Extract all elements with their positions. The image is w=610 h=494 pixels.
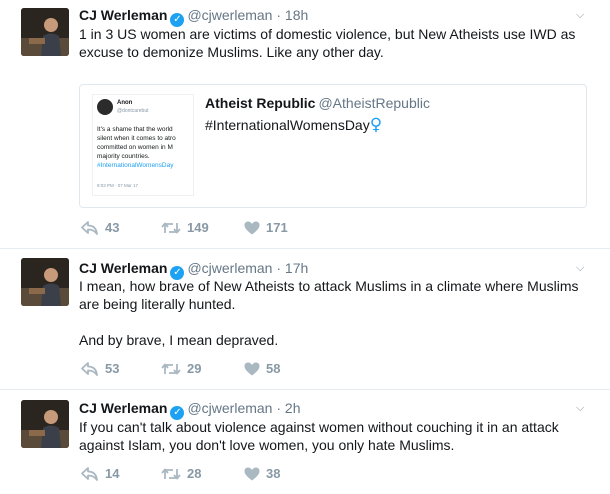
timestamp[interactable]: 17h	[285, 260, 308, 276]
image-hashtag: #InternationalWomensDay	[97, 162, 174, 169]
image-line: It's a shame that the world	[97, 126, 173, 133]
heart-icon	[244, 221, 260, 235]
quoted-tweet-image[interactable]: Anon @dontcarebut It's a shame that the …	[92, 94, 194, 196]
retweet-count: 149	[187, 220, 209, 235]
author-name[interactable]: CJ Werleman	[79, 400, 167, 416]
reply-button[interactable]: 14	[81, 465, 119, 483]
female-sign-icon: ♀	[369, 115, 383, 135]
avatar[interactable]	[21, 400, 69, 448]
tweet-text: 1 in 3 US women are victims of domestic …	[79, 26, 576, 60]
tweet[interactable]: CJ Werleman ✓ @cjwerleman · 17h ⌵ I mean, …	[0, 249, 610, 390]
author-handle[interactable]: @cjwerleman	[187, 400, 272, 416]
author-name[interactable]: CJ Werleman	[79, 7, 167, 23]
reply-count: 14	[105, 466, 120, 481]
like-count: 38	[266, 466, 281, 481]
like-button[interactable]: 58	[244, 360, 280, 378]
timestamp[interactable]: 18h	[285, 7, 308, 23]
image-line: silent when it comes to atro	[97, 135, 176, 142]
quoted-author-name: Atheist Republic	[205, 95, 316, 111]
author-handle[interactable]: @cjwerleman	[187, 7, 272, 23]
hashtag-link[interactable]: #InternationalWomensDay	[205, 117, 370, 133]
reply-icon	[81, 362, 98, 376]
like-button[interactable]: 171	[244, 219, 288, 237]
retweet-icon	[161, 468, 181, 480]
image-text: It's a shame that the world silent when …	[97, 125, 193, 170]
like-button[interactable]: 38	[244, 465, 280, 483]
retweet-count: 28	[187, 466, 202, 481]
image-line: committed on women in M	[97, 144, 173, 151]
reply-icon	[81, 221, 98, 235]
chevron-down-icon[interactable]: ⌵	[576, 262, 588, 274]
like-count: 58	[266, 361, 281, 376]
quoted-tweet-text: #InternationalWomensDay♀	[205, 115, 382, 135]
image-author-handle: @dontcarebut	[117, 108, 149, 114]
retweet-button[interactable]: 28	[161, 465, 201, 483]
reply-button[interactable]: 53	[81, 360, 119, 378]
image-author: Anon	[117, 100, 133, 106]
retweet-button[interactable]: 149	[161, 219, 209, 237]
quoted-author-handle: @AtheistRepublic	[318, 95, 430, 111]
reply-count: 43	[105, 220, 120, 235]
chevron-down-icon[interactable]: ⌵	[576, 402, 588, 414]
quoted-tweet[interactable]: Anon @dontcarebut It's a shame that the …	[79, 84, 587, 208]
heart-icon	[244, 362, 260, 376]
avatar[interactable]	[21, 8, 69, 56]
tweet-text: If you can't talk about violence against…	[79, 419, 559, 453]
image-timestamp: 9:03 PM · 07 Mar 17	[97, 183, 139, 188]
tweet[interactable]: CJ Werleman ✓ @cjwerleman · 18h ⌵ 1 in 3 U…	[0, 0, 610, 249]
separator-dot: ·	[276, 7, 282, 23]
image-line: majority countries.	[97, 153, 150, 160]
tweet-text-paragraph: And by brave, I mean depraved.	[79, 332, 279, 348]
timestamp[interactable]: 2h	[285, 400, 301, 416]
image-avatar	[97, 99, 113, 115]
chevron-down-icon[interactable]: ⌵	[576, 9, 588, 21]
separator-dot: ·	[276, 260, 282, 276]
reply-button[interactable]: 43	[81, 219, 119, 237]
tweet[interactable]: CJ Werleman ✓ @cjwerleman · 2h ⌵ If you ca…	[0, 390, 610, 494]
author-handle[interactable]: @cjwerleman	[187, 260, 272, 276]
tweet-text: I mean, how brave of New Atheists to att…	[79, 278, 579, 312]
retweet-icon	[161, 222, 181, 234]
separator-dot: ·	[276, 400, 282, 416]
heart-icon	[244, 467, 260, 481]
author-name[interactable]: CJ Werleman	[79, 260, 167, 276]
reply-count: 53	[105, 361, 120, 376]
avatar[interactable]	[21, 258, 69, 306]
retweet-icon	[161, 363, 181, 375]
retweet-count: 29	[187, 361, 202, 376]
reply-icon	[81, 467, 98, 481]
retweet-button[interactable]: 29	[161, 360, 201, 378]
like-count: 171	[266, 220, 288, 235]
